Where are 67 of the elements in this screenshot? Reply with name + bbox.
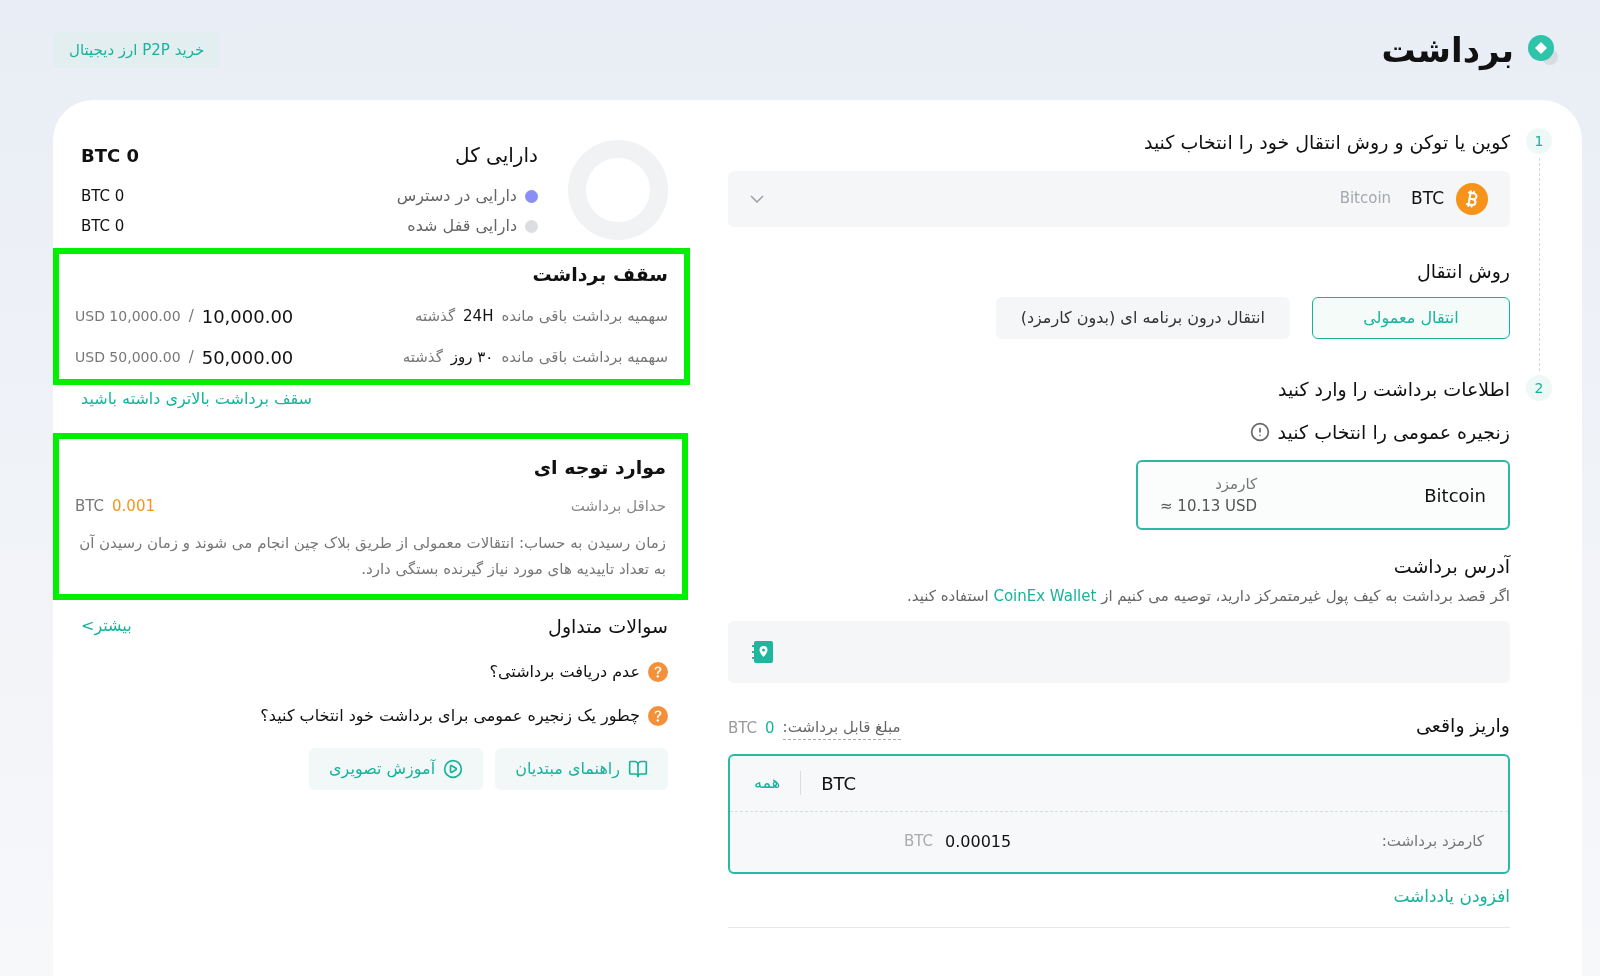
asset-label: دارایی در دسترس [396, 185, 517, 208]
asset-value: BTC 0 [81, 185, 125, 207]
quota-separator: / [188, 346, 194, 368]
faq-question[interactable]: عدم دریافت برداشتی؟ [489, 660, 640, 684]
higher-limit-link[interactable]: سقف برداشت بالاتری داشته باشید [81, 386, 668, 411]
quota-period: ۳۰ روز [450, 346, 494, 368]
help-button[interactable]: آموزش تصویری [309, 748, 484, 790]
address-book-icon [752, 640, 774, 664]
chevron-down-icon [750, 194, 764, 203]
quota-suffix: گذشته [414, 305, 456, 327]
fee-unit: BTC [904, 831, 934, 853]
address-field[interactable] [728, 621, 1510, 683]
quota-remaining: 50,000.00 [201, 345, 294, 370]
page-title: برداشت [1381, 28, 1514, 73]
chain-name: Bitcoin [1424, 483, 1486, 508]
section-title: روش انتقال [1415, 258, 1510, 285]
amount-unit: BTC [821, 771, 857, 796]
min-withdraw-label: حداقل برداشت [570, 496, 666, 517]
question-icon [648, 706, 668, 726]
quota-limit: USD 10,000.00 [75, 306, 181, 326]
available-value: 0 [765, 717, 775, 739]
quota-label: سهمیه برداشت باقی مانده [501, 305, 668, 327]
logo-icon [1526, 33, 1560, 67]
fee-value: 0.00015 [945, 830, 1012, 853]
min-withdraw-value: 0.001 [112, 496, 155, 517]
asset-label: دارایی قفل شده [407, 215, 517, 238]
quota-separator: / [188, 305, 194, 327]
section-title: آدرس برداشت [1392, 554, 1510, 580]
fee-label: کارمزد [1215, 473, 1258, 495]
quota-limit: USD 50,000.00 [75, 347, 181, 367]
coin-select[interactable]: Bitcoin BTC [728, 170, 1510, 227]
add-note-link[interactable]: افزودن یادداشت [1393, 883, 1510, 909]
quota-period: 24H [463, 305, 494, 327]
step-number: 1 [1526, 128, 1552, 154]
fee-value: ≈ 10.13 USD [1160, 496, 1258, 517]
arrival-note: زمان رسیدن به حساب: انتقالات معمولی از طریق بلاک چین انجام می شوند و زمان رسیدن آن به تعداد تاییدیه های مورد نیاز گیرنده بستگی دارد. [78, 532, 666, 580]
quota-suffix: گذشته [402, 346, 443, 368]
transfer-option[interactable]: انتقال درون برنامه ای (بدون کارمزد) [995, 297, 1290, 339]
quota-label: سهمیه برداشت باقی مانده [501, 346, 668, 368]
notes-title: موارد توجه ای [532, 454, 666, 481]
faq-question[interactable]: چطور یک زنجیره عمومی برای برداشت خود انتخاب کنید؟ [260, 704, 640, 728]
all-button[interactable]: همه [754, 771, 802, 795]
help-button[interactable]: راهنمای مبتدیان [495, 748, 668, 790]
assets-total: BTC 0 [81, 143, 139, 168]
transfer-option[interactable]: انتقال معمولی [1312, 297, 1510, 339]
step-title: کوین یا توکن و روش انتقال خود را انتخاب کنید [1142, 130, 1510, 156]
faq-title: سوالات متداول [548, 613, 668, 640]
quota-remaining: 10,000.00 [201, 304, 294, 329]
assets-title: دارایی کل [455, 142, 538, 169]
book-icon [628, 759, 648, 779]
p2p-button[interactable]: خرید P2P ارز دیجیتال [53, 32, 221, 68]
coinex-wallet-link[interactable]: CoinEx Wallet [993, 586, 1097, 605]
min-withdraw-unit: BTC [75, 496, 105, 517]
info-icon [1249, 421, 1270, 442]
section-title: واریز واقعی [1416, 713, 1510, 739]
step-title: اطلاعات برداشت را وارد کنید [1276, 377, 1510, 403]
question-icon [648, 662, 668, 682]
fee-label: کارمزد برداشت: [1381, 831, 1484, 853]
more-link[interactable]: بیشتر> [81, 613, 132, 638]
bitcoin-icon [1456, 182, 1488, 215]
step-number: 2 [1526, 375, 1552, 401]
available-label: مبلغ قابل برداشت: [782, 716, 901, 740]
available-unit: BTC [728, 717, 758, 739]
asset-value: BTC 0 [81, 215, 125, 237]
play-icon [443, 759, 464, 779]
limits-title: سقف برداشت [531, 262, 668, 288]
section-title: زنجیره عمومی را انتخاب کنید [1277, 419, 1510, 446]
